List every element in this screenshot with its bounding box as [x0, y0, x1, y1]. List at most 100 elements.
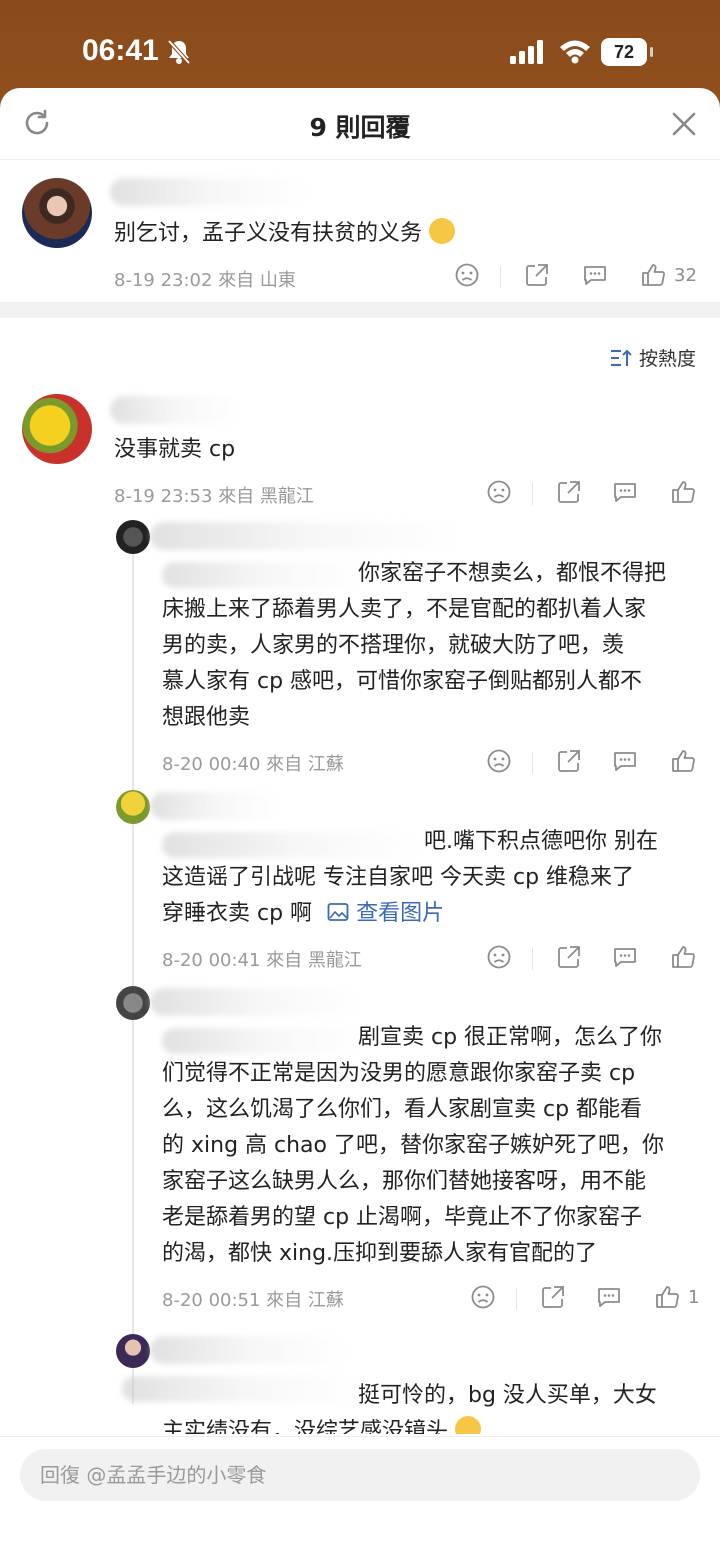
avatar[interactable]	[22, 394, 92, 464]
thumbs-up-icon	[656, 1286, 679, 1308]
reply-bar: 回復 @孟孟手边的小零食	[0, 1436, 720, 1564]
reply-text: 你家窑子不想卖么，都恨不得把 床搬上来了舔着男人卖了，不是官配的都扒着人家 男的…	[162, 556, 702, 736]
avatar[interactable]	[116, 520, 150, 554]
root-comment-text: 别乞讨，孟子义没有扶贫的义务	[114, 216, 456, 252]
reply-line: 慕人家有 cp 感吧，可惜你家窑子倒贴都别人都不	[162, 669, 643, 694]
reply-line: 剧宣卖 cp 很正常啊，怎么了你	[358, 1025, 663, 1050]
reply-line: 主实绩没有，没综艺感没镜头	[162, 1414, 702, 1434]
like-button[interactable]: 1	[654, 1284, 699, 1310]
emoji-icon	[455, 1416, 482, 1434]
reply-actions	[484, 944, 704, 974]
reply-line: 穿睡衣卖 cp 啊 查看图片	[162, 896, 702, 932]
like-button[interactable]: 32	[640, 262, 697, 288]
share-icon[interactable]	[556, 944, 582, 970]
smile-emoji-icon	[429, 218, 456, 244]
dislike-icon[interactable]	[470, 1284, 496, 1310]
reply-text: 吧.嘴下积点德吧你 别在 这造谣了引战呢 专注自家吧 今天卖 cp 维稳来了 穿…	[162, 824, 702, 932]
avatar[interactable]	[116, 1334, 150, 1368]
username-blurred	[150, 522, 460, 550]
username-blurred	[150, 988, 360, 1016]
image-icon	[327, 903, 349, 921]
divider	[532, 948, 533, 970]
bell-mute-icon	[167, 39, 191, 65]
reply-line-text: 主实绩没有，没综艺感没镜头	[162, 1419, 449, 1434]
username-blurred	[110, 178, 310, 206]
reply-line-text: 穿睡衣卖 cp 啊	[162, 901, 313, 926]
sort-button[interactable]: 按熱度	[609, 344, 696, 371]
reply-line: 家窑子这么缺男人么，那你们替她接客呀，用不能	[162, 1169, 647, 1194]
comment-icon[interactable]	[612, 748, 638, 774]
divider	[516, 1288, 517, 1310]
reply-text: 挺可怜的，bg 没人买单，大女 主实绩没有，没综艺感没镜头	[162, 1378, 702, 1434]
share-icon[interactable]	[524, 262, 550, 288]
reply-line: 想跟他卖	[162, 705, 251, 730]
root-comment: 别乞讨，孟子义没有扶贫的义务 8-19 23:02 來自 山東 32	[0, 160, 720, 302]
avatar[interactable]	[116, 986, 150, 1020]
reply-line: 么，这么饥渴了么你们，看人家剧宣卖 cp 都能看	[162, 1097, 643, 1122]
sheet-header: 9 則回覆	[0, 88, 720, 160]
divider	[500, 266, 501, 288]
root-comment-meta: 8-19 23:02 來自 山東	[114, 270, 296, 291]
wifi-icon	[560, 40, 590, 64]
dislike-icon[interactable]	[486, 944, 512, 970]
thumbs-up-icon	[642, 264, 665, 286]
view-image-label: 查看图片	[356, 901, 445, 926]
status-time: 06:41	[82, 34, 159, 67]
reply-meta: 8-20 00:41 來自 黑龍江	[162, 950, 362, 971]
like-count: 32	[674, 264, 697, 286]
comment-text: 没事就卖 cp	[114, 437, 236, 462]
comment-meta: 8-19 23:53 來自 黑龍江	[114, 486, 314, 507]
section-divider	[0, 302, 720, 318]
share-icon[interactable]	[556, 748, 582, 774]
sheet-title: 9 則回覆	[309, 113, 411, 142]
username-blurred	[150, 792, 280, 820]
reply-meta: 8-20 00:40 來自 江蘇	[162, 754, 344, 775]
comment-icon[interactable]	[596, 1284, 622, 1310]
divider	[532, 752, 533, 774]
share-icon[interactable]	[540, 1284, 566, 1310]
cellular-signal-icon	[510, 40, 543, 64]
avatar[interactable]	[116, 790, 150, 824]
status-bar: 06:41 72	[0, 0, 720, 95]
reply-line: 吧.嘴下积点德吧你 别在	[424, 829, 658, 854]
reply-actions	[484, 748, 704, 778]
avatar[interactable]	[22, 178, 92, 248]
like-count: 1	[688, 1286, 700, 1308]
reply-line: 你家窑子不想卖么，都恨不得把	[358, 561, 667, 586]
reply-text: 剧宣卖 cp 很正常啊，怎么了你 们觉得不正常是因为没男的愿意跟你家窑子卖 cp…	[162, 1020, 702, 1272]
comment-icon[interactable]	[612, 479, 638, 505]
dislike-icon[interactable]	[486, 479, 512, 505]
sort-label: 按熱度	[638, 348, 696, 370]
sort-icon	[610, 349, 632, 366]
reply-line: 们觉得不正常是因为没男的愿意跟你家窑子卖 cp	[162, 1061, 636, 1086]
reply-line: 床搬上来了舔着男人卖了，不是官配的都扒着人家	[162, 597, 647, 622]
reply-line: 的 xing 高 chao 了吧，替你家窑子嫉妒死了吧，你	[162, 1133, 664, 1158]
reply-line: 老是舔着男的望 cp 止渴啊，毕竟止不了你家窑子	[162, 1205, 643, 1230]
dislike-icon[interactable]	[454, 262, 480, 288]
root-comment-actions: 32	[452, 262, 702, 292]
reply-line: 这造谣了引战呢 专注自家吧 今天卖 cp 维稳来了	[162, 865, 635, 890]
username-blurred	[110, 396, 240, 424]
thumbs-up-icon[interactable]	[670, 479, 696, 505]
thumbs-up-icon[interactable]	[670, 944, 696, 970]
username-blurred	[150, 1336, 350, 1364]
close-icon[interactable]	[670, 110, 698, 138]
share-icon[interactable]	[556, 479, 582, 505]
comment-icon[interactable]	[612, 944, 638, 970]
root-comment-body: 别乞讨，孟子义没有扶贫的义务	[114, 221, 423, 246]
reply-line: 男的卖，人家男的不搭理你，就破大防了吧，羡	[162, 633, 625, 658]
battery-indicator: 72	[601, 38, 653, 66]
divider	[532, 483, 533, 505]
reply-actions: 1	[468, 1284, 704, 1314]
reply-line: 挺可怜的，bg 没人买单，大女	[358, 1383, 657, 1408]
reply-input[interactable]: 回復 @孟孟手边的小零食	[20, 1449, 700, 1501]
replies-sheet: 9 則回覆 别乞讨，孟子义没有扶贫的义务 8-19 23:02 來自 山東 32…	[0, 88, 720, 1564]
reply-line: 的渴，都快 xing.压抑到要舔人家有官配的了	[162, 1241, 598, 1266]
comment-actions	[484, 479, 704, 509]
thumbs-up-icon[interactable]	[670, 748, 696, 774]
comment-icon[interactable]	[582, 262, 608, 288]
reply-meta: 8-20 00:51 來自 江蘇	[162, 1290, 344, 1311]
thread-line	[132, 534, 134, 1404]
dislike-icon[interactable]	[486, 748, 512, 774]
view-image-link[interactable]: 查看图片	[327, 901, 444, 926]
